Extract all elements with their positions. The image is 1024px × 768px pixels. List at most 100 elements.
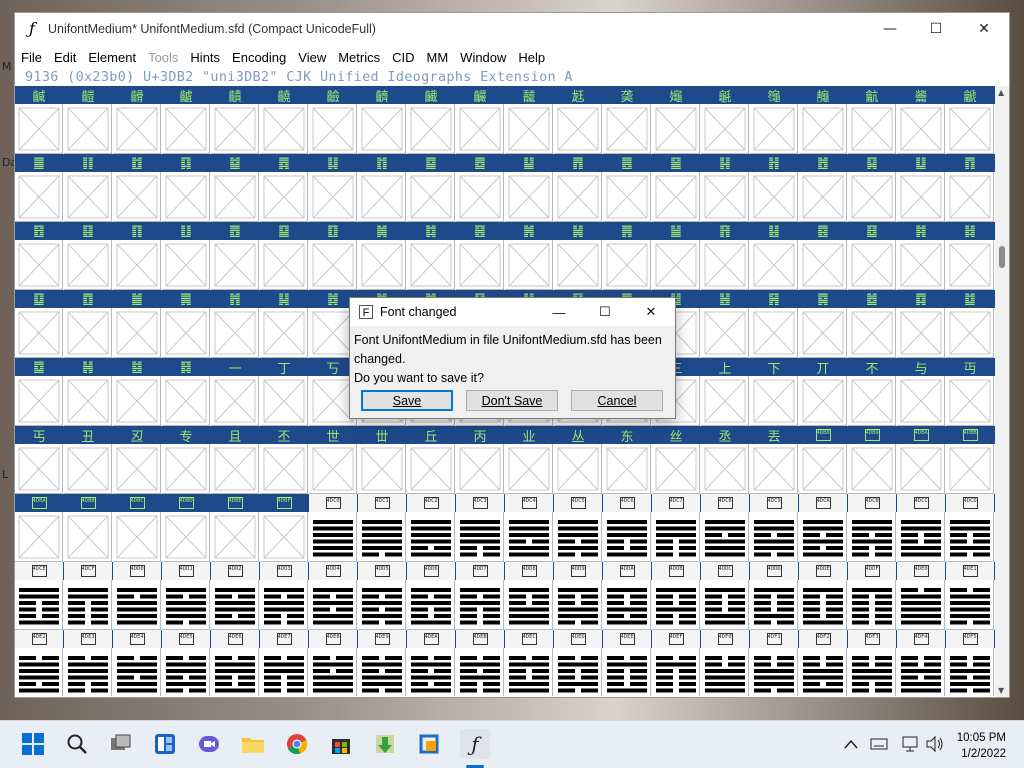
glyph-label[interactable]: 䶲 (799, 86, 847, 105)
glyph-label[interactable]: 丗 (358, 426, 406, 445)
glyph-cell[interactable] (113, 580, 161, 630)
glyph-cell[interactable] (750, 104, 798, 154)
glyph-label[interactable]: ䷗ (162, 222, 210, 240)
file-explorer-icon[interactable] (240, 731, 266, 757)
dialog-maximize-button[interactable]: ☐ (582, 298, 628, 326)
glyph-label[interactable]: ䷂ (113, 154, 161, 172)
glyph-cell[interactable] (848, 648, 896, 696)
glyph-label[interactable]: 丒 (113, 426, 161, 445)
glyph-label[interactable]: 4DCD (946, 494, 994, 512)
glyph-label[interactable]: ䷅ (260, 154, 308, 172)
glyph-label[interactable]: ䷐ (799, 154, 847, 172)
glyph-cell[interactable] (407, 580, 455, 630)
glyph-cell[interactable] (750, 444, 798, 494)
tray-clock[interactable]: 10:05 PM 1/2/2022 (957, 730, 1006, 762)
glyph-cell[interactable] (162, 308, 210, 358)
glyph-label[interactable]: 䶯 (652, 86, 700, 105)
glyph-label[interactable]: 丟 (750, 426, 798, 445)
glyph-label[interactable]: ䷄ (211, 154, 259, 172)
glyph-label[interactable]: ䷃ (162, 154, 210, 172)
store-icon[interactable] (328, 731, 354, 757)
glyph-cell[interactable] (162, 376, 210, 426)
glyph-label[interactable]: 丞 (701, 426, 749, 445)
glyph-label[interactable]: ䷹ (848, 290, 896, 308)
fontforge-taskbar-icon[interactable]: ƒ (460, 729, 490, 759)
glyph-label[interactable]: 4DC0 (309, 494, 357, 512)
glyph-cell[interactable] (554, 648, 602, 696)
glyph-cell[interactable] (701, 104, 749, 154)
glyph-label[interactable]: 4DF4 (897, 630, 945, 648)
menu-metrics[interactable]: Metrics (332, 50, 386, 65)
menu-window[interactable]: Window (454, 50, 512, 65)
glyph-cell[interactable] (64, 376, 112, 426)
glyph-label[interactable]: 东 (603, 426, 651, 445)
glyph-cell[interactable] (260, 512, 308, 562)
glyph-cell[interactable] (260, 580, 308, 630)
chevron-up-icon[interactable] (838, 731, 864, 757)
glyph-label[interactable]: ䷾ (113, 358, 161, 376)
glyph-cell[interactable] (358, 648, 406, 696)
glyph-label[interactable]: ䷊ (505, 154, 553, 172)
glyph-label[interactable]: 不 (848, 358, 896, 377)
glyph-label[interactable]: 与 (897, 358, 945, 377)
glyph-label[interactable]: 丌 (799, 358, 847, 377)
glyph-cell[interactable] (211, 240, 259, 290)
glyph-cell[interactable] (162, 240, 210, 290)
glyph-label[interactable]: 4DE1 (946, 562, 994, 580)
glyph-label[interactable]: 4DE8 (309, 630, 357, 648)
glyph-label[interactable]: 4DD9 (554, 562, 602, 580)
glyph-label[interactable]: ䷼ (15, 358, 63, 376)
glyph-cell[interactable] (750, 580, 798, 630)
glyph-cell[interactable] (652, 240, 700, 290)
glyph-label[interactable]: 4DDD (750, 562, 798, 580)
glyph-cell[interactable] (162, 172, 210, 222)
glyph-label[interactable]: ䷺ (897, 290, 945, 308)
glyph-label[interactable]: 䶰 (701, 86, 749, 105)
virtualbox-icon[interactable] (416, 731, 442, 757)
menu-mm[interactable]: MM (421, 50, 455, 65)
glyph-label[interactable]: ䷇ (358, 154, 406, 172)
glyph-label[interactable]: 4DD5 (358, 562, 406, 580)
glyph-cell[interactable] (848, 580, 896, 630)
glyph-label[interactable]: ䷧ (946, 222, 994, 240)
glyph-label[interactable]: 䶤 (113, 86, 161, 105)
glyph-cell[interactable] (113, 512, 161, 562)
glyph-cell[interactable] (456, 648, 504, 696)
glyph-cell[interactable] (113, 308, 161, 358)
menu-element[interactable]: Element (82, 50, 142, 65)
glyph-label[interactable]: ䷁ (64, 154, 112, 172)
glyph-cell[interactable] (211, 308, 259, 358)
glyph-label[interactable]: 4DB9 (848, 426, 896, 444)
glyph-cell[interactable] (554, 240, 602, 290)
glyph-label[interactable]: 4DBF (260, 494, 308, 512)
glyph-cell[interactable] (799, 512, 847, 562)
glyph-label[interactable]: ䷪ (113, 290, 161, 308)
chat-icon[interactable] (196, 731, 222, 757)
glyph-label[interactable]: 4DD0 (113, 562, 161, 580)
menu-view[interactable]: View (292, 50, 332, 65)
glyph-label[interactable]: 4DC2 (407, 494, 455, 512)
glyph-label[interactable]: ䷑ (848, 154, 896, 172)
glyph-label[interactable]: ䷕ (64, 222, 112, 240)
glyph-cell[interactable] (211, 376, 259, 426)
glyph-label[interactable]: 4DBA (15, 494, 63, 512)
glyph-label[interactable]: ䷿ (162, 358, 210, 376)
glyph-cell[interactable] (162, 444, 210, 494)
glyph-label[interactable]: 4DEC (505, 630, 553, 648)
glyph-cell[interactable] (603, 104, 651, 154)
glyph-cell[interactable] (946, 444, 994, 494)
glyph-label[interactable]: 丁 (260, 358, 308, 377)
save-button[interactable]: Save (361, 390, 453, 411)
glyph-label[interactable]: ䷜ (407, 222, 455, 240)
download-app-icon[interactable] (372, 731, 398, 757)
glyph-label[interactable]: 4DF0 (701, 630, 749, 648)
scroll-up-icon[interactable]: ▲ (998, 88, 1004, 97)
vertical-scrollbar[interactable]: ▲ ▼ (995, 86, 1009, 697)
glyph-label[interactable]: 业 (505, 426, 553, 445)
glyph-cell[interactable] (505, 104, 553, 154)
glyph-cell[interactable] (701, 580, 749, 630)
glyph-cell[interactable] (848, 308, 896, 358)
glyph-label[interactable]: 䶵 (946, 86, 994, 105)
glyph-label[interactable]: 䶳 (848, 86, 896, 105)
glyph-cell[interactable] (64, 172, 112, 222)
